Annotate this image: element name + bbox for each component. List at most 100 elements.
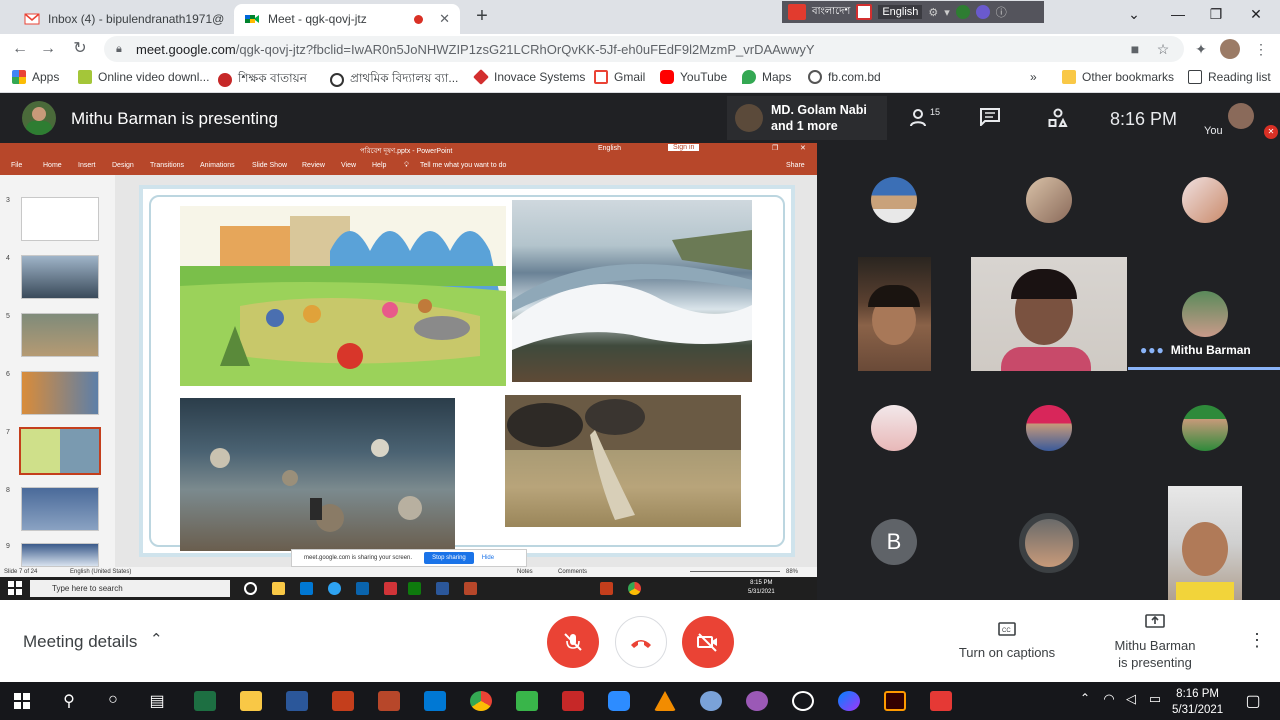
- bangla-keyboard-icon[interactable]: [562, 691, 584, 711]
- bangla-ext-icon[interactable]: [788, 4, 806, 20]
- ribbon-tab[interactable]: File: [11, 162, 22, 169]
- store-icon[interactable]: [424, 691, 446, 711]
- notes-button[interactable]: Notes: [517, 569, 533, 575]
- captions-button-label[interactable]: Turn on captions: [950, 645, 1064, 660]
- camtasia-recorder-icon[interactable]: [930, 691, 952, 711]
- address-bar[interactable]: 🔒︎ meet.google.com /qgk-qovj-jtz?fbclid=…: [104, 36, 1184, 62]
- camera-off-button[interactable]: [682, 616, 734, 668]
- bookmark-primary-school[interactable]: প্রাথমিক বিদ্যালয় ব্যা...: [330, 70, 458, 90]
- ribbon-tab[interactable]: Help: [372, 162, 386, 169]
- tab-search-icon[interactable]: ⌄: [1124, 6, 1144, 23]
- wifi-icon[interactable]: ◠: [1098, 691, 1120, 707]
- participant-avatar[interactable]: [1182, 405, 1228, 451]
- keyboard-icon[interactable]: ▭: [1144, 691, 1166, 707]
- ribbon-tab[interactable]: Insert: [78, 162, 96, 169]
- participant-avatar[interactable]: [1182, 177, 1228, 223]
- camtasia-icon[interactable]: [516, 691, 538, 711]
- ribbon-tab[interactable]: Slide Show: [252, 162, 287, 169]
- bookmark-fb[interactable]: fb.com.bd: [808, 70, 881, 84]
- minimize-icon[interactable]: —: [1168, 6, 1188, 22]
- search-icon[interactable]: ⚲: [58, 691, 80, 711]
- info-icon[interactable]: ⓘ: [996, 4, 1007, 20]
- settings-icon[interactable]: ⚙: [928, 6, 938, 19]
- participant-avatar[interactable]: [1026, 177, 1072, 223]
- bookmark-apps[interactable]: Apps: [12, 70, 59, 84]
- taskbar-clock[interactable]: 8:16 PM 5/31/2021: [1172, 686, 1223, 718]
- more-options-icon[interactable]: ⋮: [1248, 630, 1266, 651]
- bookmark-gmail[interactable]: Gmail: [594, 70, 645, 84]
- slide-thumbnail[interactable]: [21, 543, 99, 567]
- obs-icon[interactable]: [792, 691, 814, 711]
- new-tab-button[interactable]: +: [470, 5, 494, 29]
- pdf-icon[interactable]: [856, 4, 873, 20]
- chrome-icon[interactable]: [470, 691, 492, 711]
- ppt-close-icon[interactable]: ✕: [800, 144, 806, 152]
- reading-list[interactable]: Reading list: [1188, 70, 1271, 84]
- participant-avatar-speaking[interactable]: [1019, 513, 1079, 573]
- slide-thumbnail[interactable]: [21, 487, 99, 531]
- globe-icon[interactable]: [955, 5, 970, 19]
- profile-avatar[interactable]: [1220, 39, 1240, 59]
- participant-video[interactable]: [971, 257, 1127, 371]
- captions-icon[interactable]: CC: [998, 622, 1016, 641]
- illustrator-icon[interactable]: [884, 691, 906, 711]
- hide-banner-button[interactable]: Hide: [482, 555, 494, 561]
- tab-gmail[interactable]: Inbox (4) - bipulendranath1971@ ✕: [14, 4, 234, 34]
- sign-in-button[interactable]: Sign in: [668, 144, 700, 151]
- tell-me-box[interactable]: Tell me what you want to do: [420, 162, 506, 169]
- bookmark-online-video[interactable]: Online video downl...: [78, 70, 209, 84]
- participant-video[interactable]: [1168, 486, 1242, 600]
- close-tab-icon[interactable]: ✕: [224, 11, 234, 27]
- volume-icon[interactable]: ◁: [1120, 691, 1142, 707]
- present-screen-icon[interactable]: [1145, 614, 1165, 635]
- chrome-menu-icon[interactable]: ⋮: [1252, 40, 1270, 58]
- chevron-up-icon[interactable]: ⌃: [150, 630, 163, 648]
- zoom-slider[interactable]: [690, 571, 780, 572]
- more-bookmarks-button[interactable]: »: [1030, 70, 1037, 84]
- forward-icon[interactable]: →: [38, 39, 58, 59]
- ribbon-tab[interactable]: Transitions: [150, 162, 184, 169]
- ribbon-tab[interactable]: Animations: [200, 162, 235, 169]
- camera-icon[interactable]: ■: [1126, 40, 1144, 58]
- tab-meet[interactable]: Meet - qgk-qovj-jtz ✕: [234, 4, 460, 34]
- bookmark-maps[interactable]: Maps: [742, 70, 791, 84]
- cortana-icon[interactable]: ○: [102, 691, 124, 709]
- people-icon[interactable]: [910, 108, 932, 133]
- meeting-details-button[interactable]: Meeting details: [23, 632, 137, 652]
- chat-icon[interactable]: [980, 108, 1000, 131]
- slide-thumbnail[interactable]: [21, 255, 99, 299]
- participant-initial-avatar[interactable]: B: [871, 519, 917, 565]
- zoom-icon[interactable]: [608, 691, 630, 711]
- ribbon-tab[interactable]: Design: [112, 162, 134, 169]
- participant-avatar[interactable]: [1026, 405, 1072, 451]
- activities-icon[interactable]: [1048, 108, 1068, 133]
- system-tray-chevron-icon[interactable]: ⌃: [1074, 691, 1096, 705]
- bookmark-shikkhok-batayon[interactable]: শিক্ষক বাতায়ন: [218, 70, 307, 90]
- maximize-icon[interactable]: ❐: [1206, 6, 1226, 23]
- powerpoint-icon[interactable]: [332, 691, 354, 711]
- messenger-icon[interactable]: [838, 691, 860, 711]
- ribbon-tab[interactable]: Review: [302, 162, 325, 169]
- ppt-share-button[interactable]: Share: [786, 162, 805, 169]
- slide-thumbnail[interactable]: [21, 197, 99, 241]
- app-icon[interactable]: [700, 691, 722, 711]
- slide-thumbnail[interactable]: [21, 313, 99, 357]
- active-speaker-tile[interactable]: MD. Golam Nabi and 1 more: [727, 96, 887, 140]
- more-options-icon[interactable]: ●●●: [1140, 343, 1165, 357]
- other-bookmarks[interactable]: Other bookmarks: [1062, 70, 1174, 84]
- shield-icon[interactable]: [975, 5, 990, 19]
- ribbon-tab[interactable]: Home: [43, 162, 62, 169]
- chevron-down-icon[interactable]: ▾: [944, 6, 950, 19]
- windows-start-icon[interactable]: [14, 693, 30, 714]
- participant-avatar[interactable]: [1182, 291, 1228, 337]
- slide-thumbnail[interactable]: [21, 371, 99, 415]
- word-icon[interactable]: [286, 691, 308, 711]
- task-view-icon[interactable]: ▤: [146, 691, 168, 711]
- ppt-maximize-icon[interactable]: ❐: [772, 144, 778, 152]
- slide-thumbnail-selected[interactable]: [19, 427, 101, 475]
- excel-icon[interactable]: [194, 691, 216, 711]
- vlc-icon[interactable]: [654, 691, 676, 711]
- close-tab-icon[interactable]: ✕: [431, 11, 450, 27]
- file-explorer-icon[interactable]: [240, 691, 262, 711]
- app-icon[interactable]: [378, 691, 400, 711]
